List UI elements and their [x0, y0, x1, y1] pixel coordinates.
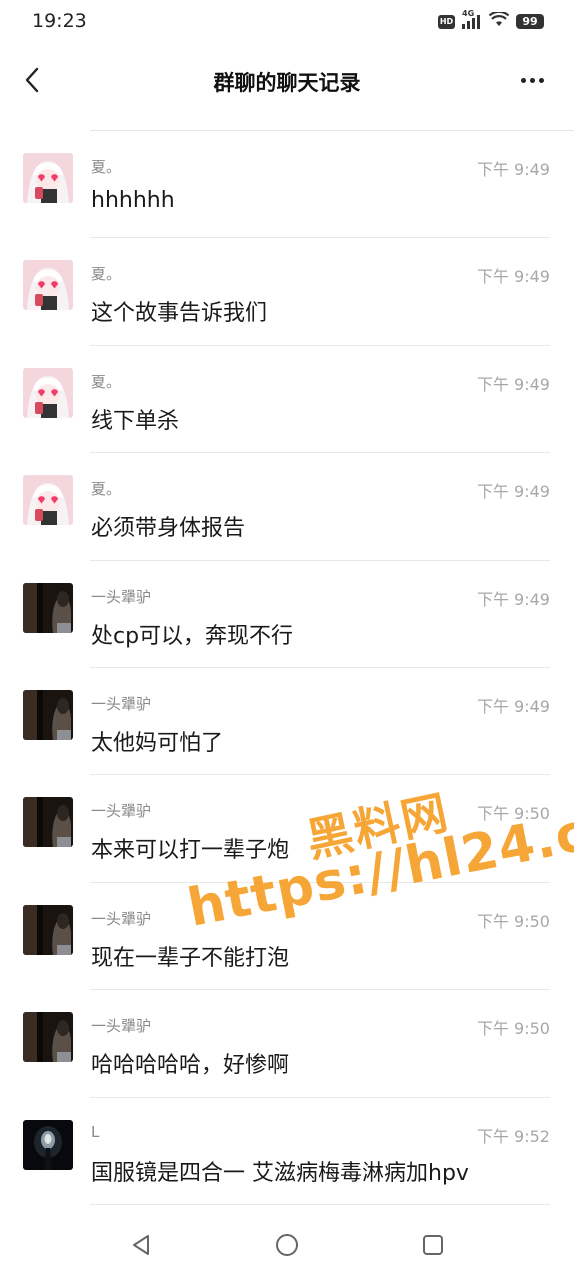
- message-item[interactable]: 夏。 下午 9:49 hhhhhh: [0, 131, 574, 239]
- system-recents-button[interactable]: [413, 1225, 453, 1265]
- message-time: 下午 9:52: [476, 1126, 550, 1146]
- hd-icon: HD: [438, 14, 455, 29]
- message-text: 线下单杀: [91, 408, 180, 434]
- avatar[interactable]: [23, 367, 73, 418]
- message-list: 夏。 下午 9:49 hhhhhh 夏。 下午 9:49 这个故事告诉我们 夏。 下午 9:4…: [0, 130, 574, 1206]
- nav-bar: 群聊的聊天记录: [0, 48, 574, 112]
- cellular-signal-icon: 4G: [462, 9, 482, 29]
- avatar[interactable]: [23, 475, 73, 526]
- status-bar: 19:23 HD 4G 99: [0, 0, 574, 44]
- status-icons: HD 4G 99: [438, 9, 544, 31]
- message-time: 下午 9:50: [476, 911, 550, 931]
- message-time: 下午 9:49: [476, 696, 550, 716]
- message-item[interactable]: 夏。 下午 9:49 必须带身体报告: [0, 453, 574, 561]
- sender-name: 一头犟驴: [91, 909, 152, 928]
- avatar[interactable]: [23, 797, 73, 848]
- message-time: 下午 9:49: [476, 482, 550, 502]
- message-item[interactable]: 夏。 下午 9:49 这个故事告诉我们: [0, 238, 574, 347]
- message-item[interactable]: 夏。 下午 9:49 线下单杀: [0, 346, 574, 454]
- more-dot-icon: [520, 77, 526, 83]
- message-item[interactable]: 一头犟驴 下午 9:49 太他妈可怕了: [0, 668, 574, 776]
- square-recents-icon: [423, 1235, 443, 1255]
- message-text: 必须带身体报告: [91, 516, 246, 542]
- message-time: 下午 9:49: [476, 589, 550, 609]
- message-text: 国服镜是四合一 艾滋病梅毒淋病加hpv: [91, 1160, 469, 1186]
- battery-icon: 99: [516, 14, 544, 29]
- message-item[interactable]: 一头犟驴 下午 9:49 处cp可以，奔现不行: [0, 561, 574, 669]
- circle-home-icon: [276, 1234, 298, 1256]
- message-item[interactable]: 一头犟驴 下午 9:50 哈哈哈哈哈，好惨啊: [0, 990, 574, 1098]
- message-time: 下午 9:49: [476, 374, 550, 394]
- sender-name: 夏。: [91, 372, 122, 391]
- message-text: hhhhhh: [91, 188, 175, 213]
- message-item[interactable]: L 下午 9:52 国服镜是四合一 艾滋病梅毒淋病加hpv: [0, 1098, 574, 1206]
- status-time: 19:23: [32, 10, 87, 32]
- message-text: 本来可以打一辈子炮: [91, 838, 290, 864]
- message-text: 这个故事告诉我们: [91, 301, 268, 327]
- wifi-icon: [488, 10, 510, 31]
- triangle-back-icon: [133, 1235, 149, 1255]
- message-text: 哈哈哈哈哈，好惨啊: [91, 1053, 290, 1079]
- sender-name: 夏。: [91, 480, 122, 499]
- sender-name: 夏。: [91, 158, 122, 176]
- avatar[interactable]: [23, 153, 73, 203]
- message-item[interactable]: 一头犟驴 下午 9:50 现在一辈子不能打泡: [0, 883, 574, 991]
- more-dot-icon: [529, 77, 535, 83]
- avatar[interactable]: [23, 904, 73, 955]
- message-time: 下午 9:50: [476, 1019, 550, 1039]
- avatar[interactable]: [23, 1119, 73, 1170]
- system-back-button[interactable]: [121, 1225, 161, 1265]
- avatar[interactable]: [23, 689, 73, 740]
- message-text: 现在一辈子不能打泡: [91, 945, 290, 971]
- more-options-button[interactable]: [512, 62, 552, 98]
- sender-name: 夏。: [91, 265, 122, 284]
- message-time: 下午 9:50: [476, 804, 550, 824]
- network-type-label: 4G: [462, 8, 475, 18]
- system-home-button[interactable]: [267, 1225, 307, 1265]
- more-dot-icon: [538, 77, 544, 83]
- message-item[interactable]: 一头犟驴 下午 9:50 本来可以打一辈子炮: [0, 775, 574, 884]
- message-time: 下午 9:49: [476, 160, 550, 179]
- sender-name: 一头犟驴: [91, 802, 152, 821]
- system-navigation-bar: [0, 1210, 574, 1280]
- avatar[interactable]: [23, 582, 73, 633]
- sender-name: 一头犟驴: [91, 694, 152, 713]
- avatar[interactable]: [23, 260, 73, 311]
- sender-name: L: [91, 1122, 100, 1141]
- page-title: 群聊的聊天记录: [213, 71, 361, 95]
- sender-name: 一头犟驴: [91, 1017, 152, 1036]
- message-text: 太他妈可怕了: [91, 730, 224, 756]
- message-text: 处cp可以，奔现不行: [91, 623, 294, 649]
- avatar[interactable]: [23, 1012, 73, 1063]
- sender-name: 一头犟驴: [91, 587, 152, 606]
- message-time: 下午 9:49: [476, 267, 550, 287]
